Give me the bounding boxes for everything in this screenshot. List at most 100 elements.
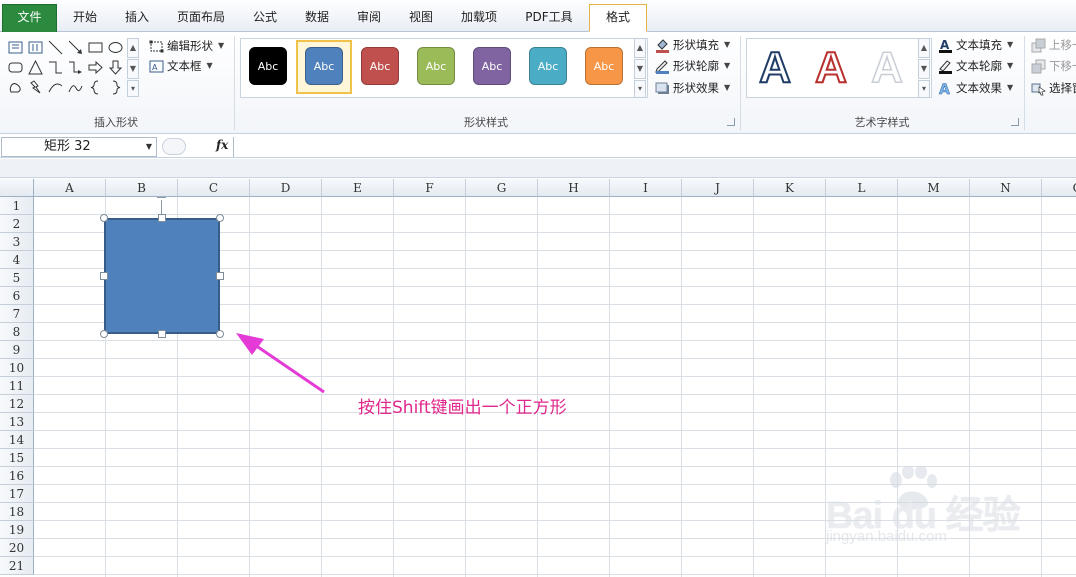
- row-header-13[interactable]: 13: [0, 413, 34, 431]
- select-all-corner[interactable]: [0, 179, 34, 197]
- style-swatch-aqua[interactable]: Abc: [529, 47, 567, 85]
- text-box-button[interactable]: A 文本框 ▼: [148, 56, 213, 76]
- row-header-8[interactable]: 8: [0, 323, 34, 341]
- tab-home[interactable]: 开始: [60, 5, 110, 32]
- elbow-arrow-connector-icon[interactable]: [66, 58, 84, 76]
- shape-effects-button[interactable]: 形状效果 ▼: [654, 78, 730, 98]
- wordart-style-red[interactable]: A: [804, 40, 858, 96]
- row-header-4[interactable]: 4: [0, 251, 34, 269]
- column-header-c[interactable]: C: [178, 179, 250, 197]
- left-brace-icon[interactable]: [86, 78, 104, 96]
- resize-handle-top-right[interactable]: [216, 214, 224, 222]
- shape-outline-button[interactable]: 形状轮廓 ▼: [654, 56, 730, 76]
- wordart-style-blue[interactable]: A: [748, 40, 802, 96]
- triangle-shape-icon[interactable]: [26, 58, 44, 76]
- column-header-k[interactable]: K: [754, 179, 826, 197]
- row-header-12[interactable]: 12: [0, 395, 34, 413]
- resize-handle-right[interactable]: [216, 272, 224, 280]
- row-header-7[interactable]: 7: [0, 305, 34, 323]
- send-backward-button[interactable]: 下移一: [1030, 56, 1076, 76]
- formula-bar-expanded[interactable]: [0, 159, 1076, 178]
- style-swatch-black[interactable]: Abc: [249, 47, 287, 85]
- tab-pdf-tools[interactable]: PDF工具: [512, 5, 586, 32]
- row-header-1[interactable]: 1: [0, 197, 34, 215]
- name-box[interactable]: 矩形 32 ▼: [1, 137, 157, 157]
- line-shape-icon[interactable]: [46, 38, 64, 56]
- row-header-5[interactable]: 5: [0, 269, 34, 287]
- column-header-a[interactable]: A: [34, 179, 106, 197]
- curve-shape-icon[interactable]: [66, 78, 84, 96]
- column-header-g[interactable]: G: [466, 179, 538, 197]
- resize-handle-bottom[interactable]: [158, 330, 166, 338]
- tab-data[interactable]: 数据: [292, 5, 342, 32]
- style-swatch-orange[interactable]: Abc: [585, 47, 623, 85]
- formula-toggle-icon[interactable]: [162, 138, 186, 155]
- row-header-20[interactable]: 20: [0, 539, 34, 557]
- shape-styles-launcher-icon[interactable]: [727, 118, 735, 126]
- oval-shape-icon[interactable]: [106, 38, 124, 56]
- resize-handle-bottom-right[interactable]: [216, 330, 224, 338]
- shape-fill-button[interactable]: 形状填充 ▼: [654, 35, 730, 55]
- resize-handle-bottom-left[interactable]: [100, 330, 108, 338]
- wordart-style-light[interactable]: A: [860, 40, 914, 96]
- column-header-n[interactable]: N: [970, 179, 1042, 197]
- row-header-3[interactable]: 3: [0, 233, 34, 251]
- elbow-connector-icon[interactable]: [46, 58, 64, 76]
- shapes-scroll-down-icon[interactable]: ▼: [127, 59, 139, 79]
- style-swatch-blue[interactable]: Abc: [305, 47, 343, 85]
- style-swatch-purple[interactable]: Abc: [473, 47, 511, 85]
- row-header-21[interactable]: 21: [0, 557, 34, 575]
- lightning-shape-icon[interactable]: [26, 78, 44, 96]
- wordart-scroll-down-icon[interactable]: ▼: [918, 59, 930, 79]
- tab-format[interactable]: 格式: [589, 4, 647, 32]
- column-header-h[interactable]: H: [538, 179, 610, 197]
- column-header-b[interactable]: B: [106, 179, 178, 197]
- column-header-e[interactable]: E: [322, 179, 394, 197]
- text-fill-button[interactable]: A 文本填充 ▼: [937, 35, 1013, 55]
- style-swatch-red[interactable]: Abc: [361, 47, 399, 85]
- wordart-launcher-icon[interactable]: [1011, 118, 1019, 126]
- style-swatch-green[interactable]: Abc: [417, 47, 455, 85]
- column-header-f[interactable]: F: [394, 179, 466, 197]
- right-arrow-shape-icon[interactable]: [86, 58, 104, 76]
- arrow-line-icon[interactable]: [66, 38, 84, 56]
- bring-forward-button[interactable]: 上移一: [1030, 35, 1076, 55]
- column-header-d[interactable]: D: [250, 179, 322, 197]
- text-outline-button[interactable]: 文本轮廓 ▼: [937, 56, 1013, 76]
- column-header-j[interactable]: J: [682, 179, 754, 197]
- tab-review[interactable]: 审阅: [344, 5, 394, 32]
- row-header-17[interactable]: 17: [0, 485, 34, 503]
- freeform-shape-icon[interactable]: [6, 78, 24, 96]
- column-header-o[interactable]: O: [1042, 179, 1076, 197]
- row-header-11[interactable]: 11: [0, 377, 34, 395]
- tab-page-layout[interactable]: 页面布局: [164, 5, 238, 32]
- arc-shape-icon[interactable]: [46, 78, 64, 96]
- styles-scroll-up-icon[interactable]: ▲: [634, 38, 646, 58]
- column-header-i[interactable]: I: [610, 179, 682, 197]
- vertical-textbox-icon[interactable]: [26, 38, 44, 56]
- styles-more-icon[interactable]: ▾: [634, 80, 646, 98]
- row-header-2[interactable]: 2: [0, 215, 34, 233]
- tab-insert[interactable]: 插入: [112, 5, 162, 32]
- tab-file[interactable]: 文件: [2, 4, 57, 32]
- rectangle-shape-icon[interactable]: [86, 38, 104, 56]
- tab-addins[interactable]: 加载项: [448, 5, 510, 32]
- shapes-more-icon[interactable]: ▾: [127, 80, 139, 97]
- resize-handle-top-left[interactable]: [100, 214, 108, 222]
- edit-shape-button[interactable]: 编辑形状 ▼: [148, 36, 224, 56]
- row-header-10[interactable]: 10: [0, 359, 34, 377]
- tab-view[interactable]: 视图: [396, 5, 446, 32]
- column-header-m[interactable]: M: [898, 179, 970, 197]
- chevron-down-icon[interactable]: ▼: [146, 138, 152, 156]
- down-arrow-shape-icon[interactable]: [106, 58, 124, 76]
- text-effects-button[interactable]: A 文本效果 ▼: [937, 78, 1013, 98]
- rounded-rect-icon[interactable]: [6, 58, 24, 76]
- insert-function-icon[interactable]: fx: [216, 138, 228, 152]
- row-header-14[interactable]: 14: [0, 431, 34, 449]
- row-header-16[interactable]: 16: [0, 467, 34, 485]
- row-header-18[interactable]: 18: [0, 503, 34, 521]
- row-header-19[interactable]: 19: [0, 521, 34, 539]
- tab-formulas[interactable]: 公式: [240, 5, 290, 32]
- row-header-9[interactable]: 9: [0, 341, 34, 359]
- square-shape[interactable]: [104, 218, 220, 334]
